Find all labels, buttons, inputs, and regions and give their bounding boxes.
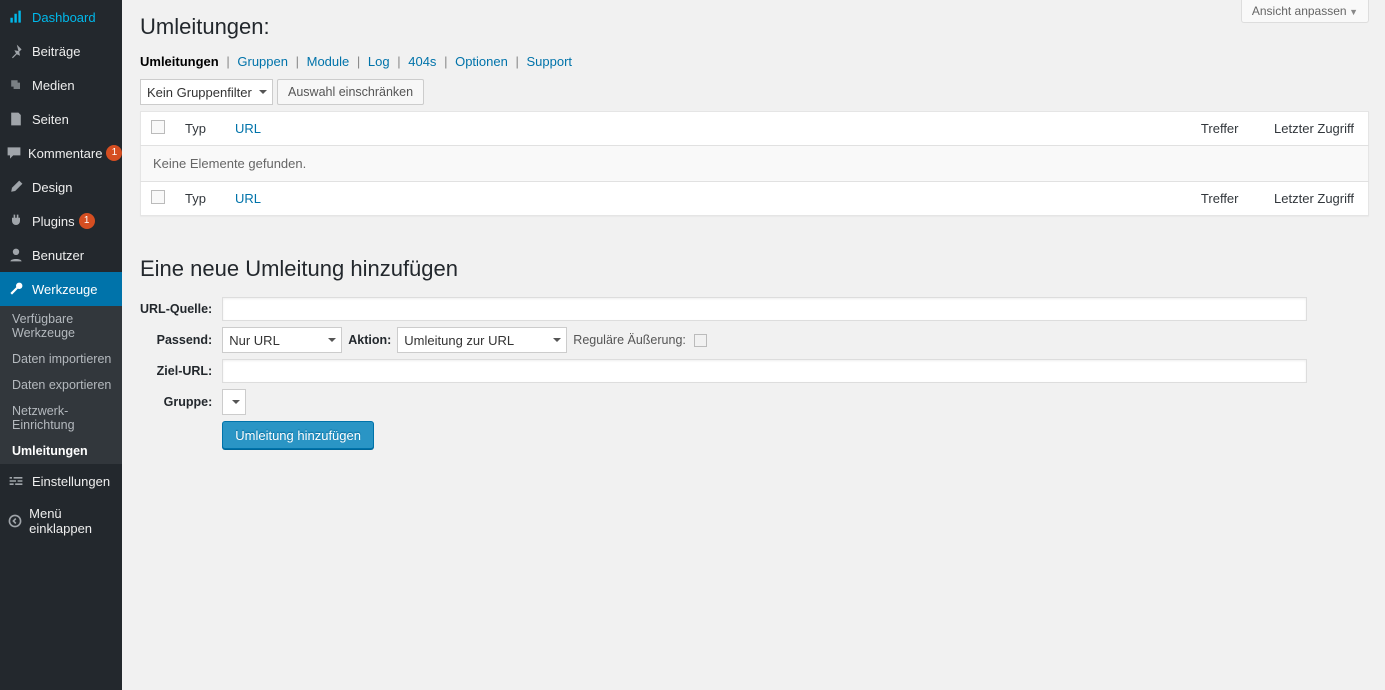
sub-item-import[interactable]: Daten importieren [0, 346, 122, 372]
sidebar-label: Design [32, 180, 72, 195]
sidebar-label: Kommentare [28, 146, 102, 161]
main-content: Ansicht anpassen Umleitungen: Umleitunge… [122, 0, 1385, 690]
tf-last-access: Letzter Zugriff [1249, 182, 1369, 216]
sidebar-item-collapse[interactable]: Menü einklappen [0, 498, 122, 544]
page-title: Umleitungen: [140, 0, 1369, 40]
subnav-modules[interactable]: Module [307, 54, 350, 69]
restrict-button[interactable]: Auswahl einschränken [277, 79, 424, 105]
plug-icon [6, 212, 26, 230]
sidebar-label: Benutzer [32, 248, 84, 263]
gruppe-label: Gruppe: [140, 386, 222, 418]
wrench-icon [6, 280, 26, 298]
add-redirection-button[interactable]: Umleitung hinzufügen [222, 421, 374, 449]
sub-item-redirections[interactable]: Umleitungen [0, 438, 122, 464]
passend-label: Passend: [140, 324, 222, 356]
aktion-select[interactable]: Umleitung zur URL [397, 327, 567, 353]
pin-icon [6, 42, 26, 60]
sidebar-item-plugins[interactable]: Plugins 1 [0, 204, 122, 238]
pages-icon [6, 110, 26, 128]
group-filter-select[interactable]: Kein Gruppenfilter [140, 79, 273, 105]
select-all-checkbox-bottom[interactable] [151, 190, 165, 204]
passend-select[interactable]: Nur URL [222, 327, 342, 353]
sidebar-label: Plugins [32, 214, 75, 229]
sub-item-network-setup[interactable]: Netzwerk-Einrichtung [0, 398, 122, 438]
tf-treffer: Treffer [1189, 182, 1249, 216]
subnav-log[interactable]: Log [368, 54, 390, 69]
sidebar-label: Medien [32, 78, 75, 93]
tf-url[interactable]: URL [235, 191, 261, 206]
sub-item-export[interactable]: Daten exportieren [0, 372, 122, 398]
user-icon [6, 246, 26, 264]
comments-badge: 1 [106, 145, 122, 161]
sidebar-item-posts[interactable]: Beiträge [0, 34, 122, 68]
brush-icon [6, 178, 26, 196]
sidebar-label: Seiten [32, 112, 69, 127]
filter-row: Kein Gruppenfilter Auswahl einschränken [140, 79, 1369, 105]
sidebar-item-design[interactable]: Design [0, 170, 122, 204]
add-redirection-form: URL-Quelle: Passend: Nur URL Aktion: Uml… [140, 294, 1307, 452]
th-last-access: Letzter Zugriff [1249, 112, 1369, 146]
th-url[interactable]: URL [235, 121, 261, 136]
media-icon [6, 76, 26, 94]
sidebar-item-dashboard[interactable]: Dashboard [0, 0, 122, 34]
screen-options-button[interactable]: Ansicht anpassen [1241, 0, 1369, 23]
redirections-table: Typ URL Treffer Letzter Zugriff Keine El… [140, 111, 1369, 216]
aktion-label: Aktion: [348, 333, 391, 347]
url-source-label: URL-Quelle: [140, 294, 222, 324]
subnav-options[interactable]: Optionen [455, 54, 508, 69]
table-row-empty: Keine Elemente gefunden. [141, 146, 1369, 182]
add-redirection-title: Eine neue Umleitung hinzufügen [140, 256, 1369, 282]
screen-options-wrap: Ansicht anpassen [1241, 0, 1369, 23]
regex-label: Reguläre Äußerung: [573, 333, 686, 347]
th-treffer: Treffer [1189, 112, 1249, 146]
sub-item-available-tools[interactable]: Verfügbare Werkzeuge [0, 306, 122, 346]
sidebar-item-comments[interactable]: Kommentare 1 [0, 136, 122, 170]
sidebar-label: Menü einklappen [29, 506, 114, 536]
ziel-url-label: Ziel-URL: [140, 356, 222, 386]
sidebar-item-tools[interactable]: Werkzeuge [0, 272, 122, 306]
subnav-redirections[interactable]: Umleitungen [140, 54, 219, 69]
select-all-checkbox[interactable] [151, 120, 165, 134]
sidebar-label: Werkzeuge [32, 282, 98, 297]
subnav-404s[interactable]: 404s [408, 54, 436, 69]
ziel-url-input[interactable] [222, 359, 1307, 383]
plugin-subnav: Umleitungen | Gruppen | Module | Log | 4… [140, 54, 1369, 69]
gruppe-select[interactable] [222, 389, 246, 415]
sidebar-label: Dashboard [32, 10, 96, 25]
sliders-icon [6, 472, 26, 490]
tools-submenu: Verfügbare Werkzeuge Daten importieren D… [0, 306, 122, 464]
plugins-badge: 1 [79, 213, 95, 229]
sidebar-item-media[interactable]: Medien [0, 68, 122, 102]
no-items-text: Keine Elemente gefunden. [141, 146, 1369, 182]
comment-icon [6, 144, 22, 162]
th-typ: Typ [175, 112, 225, 146]
sidebar-label: Beiträge [32, 44, 80, 59]
dashboard-icon [6, 8, 26, 26]
subnav-groups[interactable]: Gruppen [237, 54, 288, 69]
regex-checkbox[interactable] [694, 334, 707, 347]
admin-sidebar: Dashboard Beiträge Medien Seiten Komment… [0, 0, 122, 690]
tf-typ: Typ [175, 182, 225, 216]
sidebar-item-settings[interactable]: Einstellungen [0, 464, 122, 498]
subnav-support[interactable]: Support [526, 54, 572, 69]
collapse-icon [6, 512, 23, 530]
sidebar-item-pages[interactable]: Seiten [0, 102, 122, 136]
url-source-input[interactable] [222, 297, 1307, 321]
sidebar-item-users[interactable]: Benutzer [0, 238, 122, 272]
sidebar-label: Einstellungen [32, 474, 110, 489]
